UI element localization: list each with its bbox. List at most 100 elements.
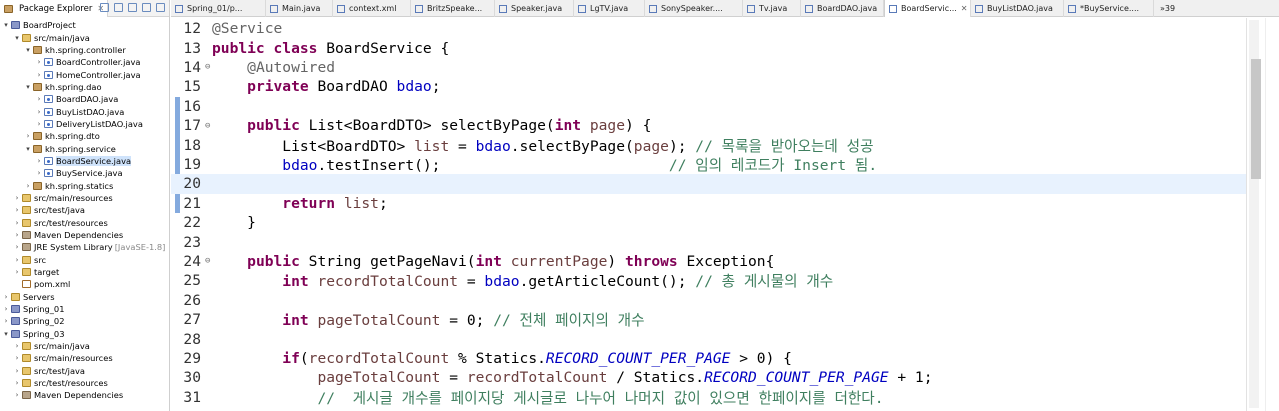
tree-item[interactable]: › src/test/resources <box>0 377 169 389</box>
collapsed-arrow-icon[interactable]: › <box>13 391 21 399</box>
collapsed-arrow-icon[interactable]: › <box>13 354 21 362</box>
tree-item[interactable]: › target <box>0 266 169 278</box>
editor-tab[interactable]: SonySpeaker.... <box>645 0 743 17</box>
scroll-thumb[interactable] <box>1251 59 1261 179</box>
collapsed-arrow-icon[interactable]: › <box>35 120 43 128</box>
tree-item[interactable]: › src/main/resources <box>0 192 169 204</box>
tree-item[interactable]: ▾ BoardProject <box>0 19 169 31</box>
code-line[interactable]: 19 bdao.testInsert(); // 임의 레코드가 Insert … <box>171 155 1246 174</box>
editor-tab[interactable]: BoardDAO.java <box>801 0 884 17</box>
code-line[interactable]: 25 int recordTotalCount = bdao.getArticl… <box>171 271 1246 290</box>
tree-item[interactable]: › Servers <box>0 291 169 303</box>
tree-item[interactable]: › Spring_01 <box>0 303 169 315</box>
collapsed-arrow-icon[interactable]: › <box>35 58 43 66</box>
code-line[interactable]: 21 return list; <box>171 194 1246 213</box>
editor-tab[interactable]: context.xml <box>333 0 411 17</box>
tree-item[interactable]: ▾ src/main/java <box>0 31 169 43</box>
collapsed-arrow-icon[interactable]: › <box>13 231 21 239</box>
tree-item[interactable]: ▾ kh.spring.controller <box>0 44 169 56</box>
expanded-arrow-icon[interactable]: ▾ <box>24 46 32 54</box>
editor-tab[interactable]: Main.java <box>266 0 333 17</box>
tree-item[interactable]: › src/test/java <box>0 204 169 216</box>
code-line[interactable]: 27 int pageTotalCount = 0; // 전체 페이지의 개수 <box>171 310 1246 329</box>
minimize-icon[interactable] <box>142 3 151 12</box>
expanded-arrow-icon[interactable]: ▾ <box>2 330 10 338</box>
code-line[interactable]: 30 pageTotalCount = recordTotalCount / S… <box>171 368 1246 387</box>
tree-item[interactable]: ▾ Spring_03 <box>0 328 169 340</box>
code-line[interactable]: 12 @Service <box>171 19 1246 38</box>
link-with-editor-icon[interactable] <box>114 3 123 12</box>
code-line[interactable]: 23 <box>171 232 1246 251</box>
collapsed-arrow-icon[interactable]: › <box>13 342 21 350</box>
collapsed-arrow-icon[interactable]: › <box>13 268 21 276</box>
tree-item[interactable]: pom.xml <box>0 278 169 290</box>
tree-item[interactable]: › DeliveryListDAO.java <box>0 118 169 130</box>
editor-tab[interactable]: Tv.java <box>743 0 801 17</box>
collapsed-arrow-icon[interactable]: › <box>2 317 10 325</box>
tree-item[interactable]: › src <box>0 254 169 266</box>
code-line[interactable]: 22 } <box>171 213 1246 232</box>
editor-tab[interactable]: LgTV.java <box>574 0 645 17</box>
collapse-all-icon[interactable] <box>100 3 109 12</box>
code-line[interactable]: 17 ⊖ public List<BoardDTO> selectByPage(i… <box>171 116 1246 135</box>
tree-item[interactable]: › BuyListDAO.java <box>0 105 169 117</box>
collapsed-arrow-icon[interactable]: › <box>2 293 10 301</box>
tree-item[interactable]: › BuyService.java <box>0 167 169 179</box>
code-line[interactable]: 26 <box>171 291 1246 310</box>
code-line[interactable]: 20 <box>171 174 1246 194</box>
tree-item[interactable]: › BoardController.java <box>0 56 169 68</box>
vertical-scrollbar[interactable] <box>1246 18 1279 411</box>
collapsed-arrow-icon[interactable]: › <box>13 243 21 251</box>
tree-item[interactable]: › kh.spring.dto <box>0 130 169 142</box>
tree-item[interactable]: › kh.spring.statics <box>0 179 169 191</box>
collapsed-arrow-icon[interactable]: › <box>13 219 21 227</box>
tree-item[interactable]: › src/test/resources <box>0 217 169 229</box>
collapsed-arrow-icon[interactable]: › <box>35 169 43 177</box>
code-line[interactable]: 29 if(recordTotalCount % Statics.RECORD_… <box>171 349 1246 368</box>
expanded-arrow-icon[interactable]: ▾ <box>24 83 32 91</box>
tree-item[interactable]: › JRE System Library [JavaSE-1.8] <box>0 241 169 253</box>
package-explorer-tab[interactable]: Package Explorer ✕ <box>0 0 108 17</box>
editor-tab[interactable]: Speaker.java <box>495 0 574 17</box>
collapsed-arrow-icon[interactable]: › <box>35 157 43 165</box>
collapsed-arrow-icon[interactable]: › <box>24 132 32 140</box>
expanded-arrow-icon[interactable]: ▾ <box>24 145 32 153</box>
view-menu-icon[interactable] <box>128 3 137 12</box>
close-icon[interactable]: ✕ <box>961 4 968 13</box>
editor-tab[interactable]: *BuyService.... <box>1064 0 1154 17</box>
editor-tab[interactable]: BuyListDAO.java <box>971 0 1064 17</box>
scroll-track[interactable] <box>1249 20 1261 408</box>
editor-tab[interactable]: Spring_01/p... <box>171 0 266 17</box>
expanded-arrow-icon[interactable]: ▾ <box>2 21 10 29</box>
tab-overflow-button[interactable]: »39 <box>1156 0 1186 17</box>
tree-item[interactable]: › BoardDAO.java <box>0 93 169 105</box>
code-line[interactable]: 13 public class BoardService { <box>171 38 1246 57</box>
tree-item[interactable]: › src/test/java <box>0 365 169 377</box>
collapsed-arrow-icon[interactable]: › <box>13 194 21 202</box>
tree-item[interactable]: ▾ kh.spring.service <box>0 142 169 154</box>
collapsed-arrow-icon[interactable]: › <box>13 379 21 387</box>
tree-item[interactable]: › src/main/java <box>0 340 169 352</box>
code-line[interactable]: 24 ⊖ public String getPageNavi(int curren… <box>171 252 1246 271</box>
code-line[interactable]: 14 ⊖ @Autowired <box>171 58 1246 77</box>
editor-tab[interactable]: BoardServic... ✕ <box>884 0 971 17</box>
editor-tab[interactable]: BritzSpeake... <box>411 0 495 17</box>
tree-item[interactable]: ▾ kh.spring.dao <box>0 81 169 93</box>
collapsed-arrow-icon[interactable]: › <box>24 182 32 190</box>
maximize-icon[interactable] <box>156 3 165 12</box>
collapsed-arrow-icon[interactable]: › <box>35 95 43 103</box>
tree-item[interactable]: › BoardService.java <box>0 155 169 167</box>
collapsed-arrow-icon[interactable]: › <box>13 256 21 264</box>
tree-item[interactable]: › Maven Dependencies <box>0 229 169 241</box>
tree-item[interactable]: › Spring_02 <box>0 315 169 327</box>
code-area[interactable]: 12 @Service 13 public class BoardService {1… <box>171 18 1279 411</box>
collapsed-arrow-icon[interactable]: › <box>2 305 10 313</box>
collapsed-arrow-icon[interactable]: › <box>13 367 21 375</box>
expanded-arrow-icon[interactable]: ▾ <box>13 34 21 42</box>
tree-item[interactable]: › HomeController.java <box>0 68 169 80</box>
tree-item[interactable]: › src/main/resources <box>0 352 169 364</box>
code-line[interactable]: 31 // 게시글 개수를 페이지당 게시글로 나누어 나머지 값이 있으면 한… <box>171 388 1246 407</box>
collapsed-arrow-icon[interactable]: › <box>35 108 43 116</box>
code-line[interactable]: 28 <box>171 329 1246 348</box>
code-line[interactable]: 15 private BoardDAO bdao; <box>171 77 1246 96</box>
